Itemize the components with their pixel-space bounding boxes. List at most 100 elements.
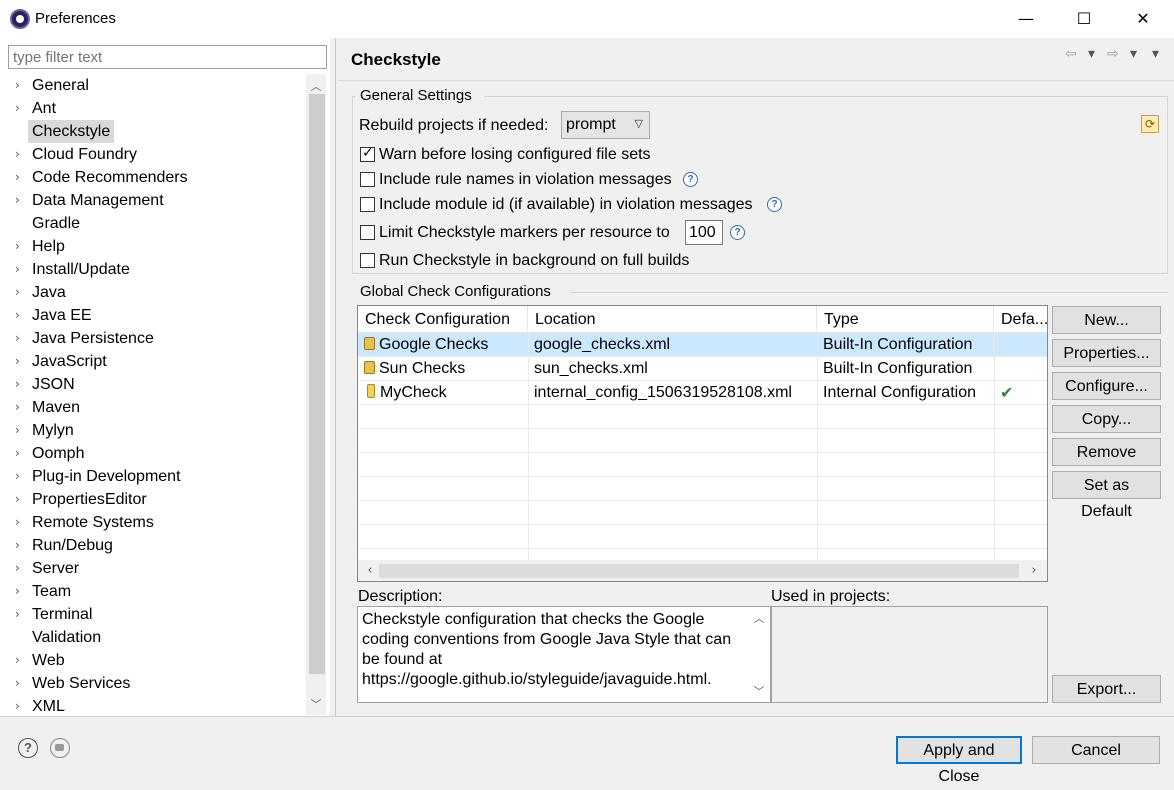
- tree-item[interactable]: › Java: [0, 281, 300, 304]
- help-icon[interactable]: ?: [730, 225, 745, 240]
- scroll-up-icon[interactable]: ︿: [749, 610, 769, 626]
- table-row[interactable]: Sun Checks sun_checks.xml Built-In Configu…: [358, 357, 1047, 381]
- table-row[interactable]: MyCheck internal_config_1506319528108.xml…: [358, 381, 1047, 405]
- cancel-button[interactable]: Cancel: [1032, 736, 1160, 764]
- used-in-projects-list[interactable]: [771, 606, 1048, 703]
- chevron-right-icon[interactable]: ›: [15, 557, 20, 580]
- tree-item[interactable]: Checkstyle: [0, 120, 300, 143]
- tree-item[interactable]: › Terminal: [0, 603, 300, 626]
- limit-input[interactable]: 100: [685, 220, 723, 245]
- maximize-button[interactable]: ☐: [1055, 0, 1113, 38]
- module-id-checkbox[interactable]: [360, 197, 375, 212]
- chevron-right-icon[interactable]: ›: [15, 465, 20, 488]
- tree-item[interactable]: › General: [0, 74, 300, 97]
- tree-item[interactable]: › Server: [0, 557, 300, 580]
- filter-input[interactable]: [8, 45, 327, 69]
- copy-button[interactable]: Copy...: [1052, 405, 1161, 433]
- chevron-right-icon[interactable]: ›: [15, 189, 20, 212]
- column-header-type[interactable]: Type: [817, 306, 994, 333]
- tree-item[interactable]: › JSON: [0, 373, 300, 396]
- tree-item[interactable]: › Maven: [0, 396, 300, 419]
- import-export-icon[interactable]: [50, 738, 70, 758]
- refresh-icon[interactable]: ⟳: [1141, 115, 1159, 133]
- help-icon[interactable]: ?: [767, 197, 782, 212]
- chevron-right-icon[interactable]: ›: [15, 143, 20, 166]
- export-button[interactable]: Export...: [1052, 675, 1161, 703]
- tree-item[interactable]: › Plug-in Development: [0, 465, 300, 488]
- tree-item[interactable]: › XML: [0, 695, 300, 718]
- chevron-right-icon[interactable]: ›: [15, 649, 20, 672]
- scroll-down-icon[interactable]: ﹀: [749, 683, 769, 699]
- back-dropdown-icon[interactable]: ▾: [1088, 46, 1095, 62]
- chevron-right-icon[interactable]: ›: [15, 511, 20, 534]
- chevron-right-icon[interactable]: ›: [15, 580, 20, 603]
- forward-icon[interactable]: ⇨: [1107, 46, 1119, 62]
- chevron-right-icon[interactable]: ›: [15, 695, 20, 718]
- help-icon[interactable]: ?: [18, 738, 38, 758]
- tree-item[interactable]: › Cloud Foundry: [0, 143, 300, 166]
- chevron-right-icon[interactable]: ›: [15, 396, 20, 419]
- tree-item[interactable]: › Code Recommenders: [0, 166, 300, 189]
- tree-item[interactable]: › Ant: [0, 97, 300, 120]
- new-button[interactable]: New...: [1052, 306, 1161, 334]
- tree-item[interactable]: › Oomph: [0, 442, 300, 465]
- chevron-right-icon[interactable]: ›: [15, 603, 20, 626]
- chevron-right-icon[interactable]: ›: [15, 258, 20, 281]
- scroll-left-icon[interactable]: ‹: [360, 563, 380, 578]
- limit-checkbox[interactable]: [360, 225, 375, 240]
- minimize-button[interactable]: —: [997, 0, 1055, 38]
- table-row[interactable]: Google Checks google_checks.xml Built-In C…: [358, 333, 1047, 357]
- chevron-right-icon[interactable]: ›: [15, 419, 20, 442]
- tree-scrollbar-thumb[interactable]: [309, 94, 325, 674]
- tree-item[interactable]: › Run/Debug: [0, 534, 300, 557]
- chevron-right-icon[interactable]: ›: [15, 442, 20, 465]
- tree-item[interactable]: › Remote Systems: [0, 511, 300, 534]
- table-hscrollbar-thumb[interactable]: [379, 564, 1019, 578]
- configure-button[interactable]: Configure...: [1052, 372, 1161, 400]
- chevron-right-icon[interactable]: ›: [15, 534, 20, 557]
- chevron-right-icon[interactable]: ›: [15, 97, 20, 120]
- description-text[interactable]: Checkstyle configuration that checks the…: [357, 606, 771, 703]
- chevron-right-icon[interactable]: ›: [15, 235, 20, 258]
- tree-item[interactable]: Validation: [0, 626, 300, 649]
- tree-item[interactable]: › JavaScript: [0, 350, 300, 373]
- chevron-right-icon[interactable]: ›: [15, 350, 20, 373]
- tree-item[interactable]: › Java Persistence: [0, 327, 300, 350]
- forward-dropdown-icon[interactable]: ▾: [1130, 46, 1137, 62]
- chevron-right-icon[interactable]: ›: [15, 74, 20, 97]
- chevron-right-icon[interactable]: ›: [15, 488, 20, 511]
- tree-item[interactable]: › Data Management: [0, 189, 300, 212]
- tree-item[interactable]: › Web: [0, 649, 300, 672]
- tree-item[interactable]: › Team: [0, 580, 300, 603]
- set-default-button[interactable]: Set as Default: [1052, 471, 1161, 520]
- warn-checkbox[interactable]: [360, 145, 375, 162]
- tree-item[interactable]: › Install/Update: [0, 258, 300, 281]
- column-header-location[interactable]: Location: [528, 306, 817, 333]
- scroll-up-icon[interactable]: ︿: [306, 78, 326, 94]
- column-header-default[interactable]: Defa...: [994, 306, 1047, 333]
- close-button[interactable]: ✕: [1114, 0, 1172, 38]
- rule-names-checkbox[interactable]: [360, 172, 375, 187]
- chevron-right-icon[interactable]: ›: [15, 281, 20, 304]
- help-icon[interactable]: ?: [683, 172, 698, 187]
- tree-item[interactable]: › Help: [0, 235, 300, 258]
- chevron-right-icon[interactable]: ›: [15, 304, 20, 327]
- scroll-down-icon[interactable]: ﹀: [306, 696, 326, 712]
- chevron-right-icon[interactable]: ›: [15, 166, 20, 189]
- tree-item[interactable]: › Java EE: [0, 304, 300, 327]
- chevron-right-icon[interactable]: ›: [15, 373, 20, 396]
- chevron-right-icon[interactable]: ›: [15, 327, 20, 350]
- view-menu-icon[interactable]: ▾: [1152, 46, 1159, 62]
- properties-button[interactable]: Properties...: [1052, 339, 1161, 367]
- column-header-name[interactable]: Check Configuration: [358, 306, 528, 333]
- tree-item[interactable]: › Web Services: [0, 672, 300, 695]
- chevron-right-icon[interactable]: ›: [15, 672, 20, 695]
- rebuild-select[interactable]: prompt ▽: [561, 111, 650, 139]
- back-icon[interactable]: ⇦: [1065, 46, 1077, 62]
- tree-item[interactable]: Gradle: [0, 212, 300, 235]
- apply-and-close-button[interactable]: Apply and Close: [896, 736, 1022, 785]
- tree-item[interactable]: › Mylyn: [0, 419, 300, 442]
- tree-item[interactable]: › PropertiesEditor: [0, 488, 300, 511]
- panel-divider[interactable]: [335, 38, 336, 716]
- scroll-right-icon[interactable]: ›: [1024, 563, 1044, 578]
